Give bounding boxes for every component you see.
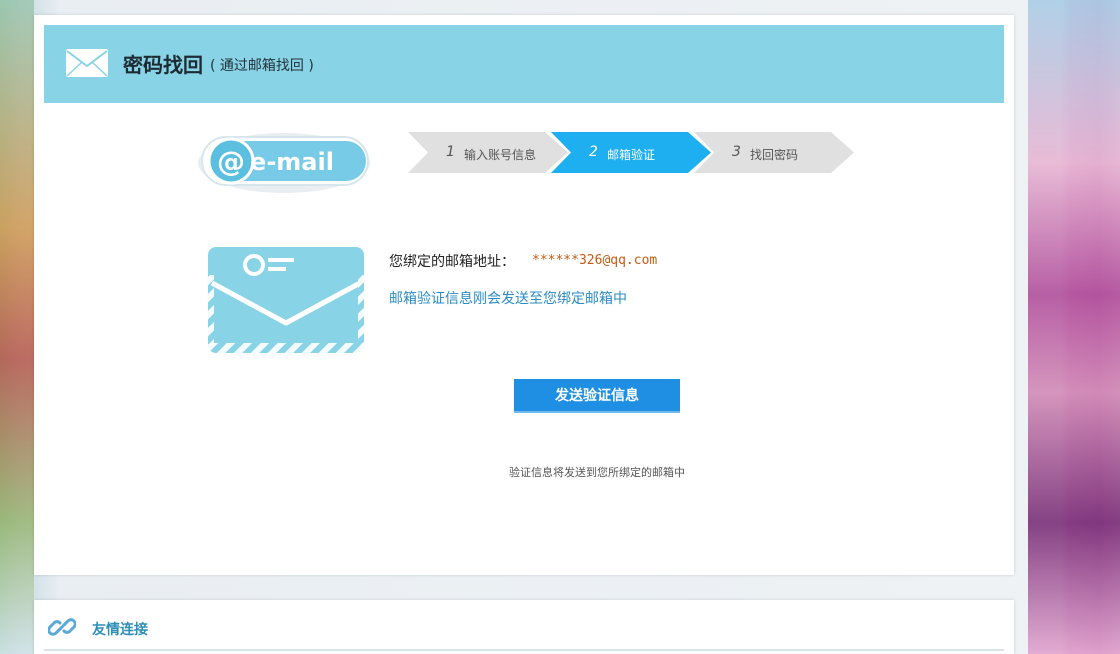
panel-header: 密码找回 ( 通过邮箱找回 ) bbox=[44, 25, 1004, 103]
page-title: 密码找回 bbox=[123, 53, 203, 77]
link-icon bbox=[48, 618, 76, 636]
step-2-label: 邮箱验证 bbox=[607, 148, 656, 162]
recovery-panel: 密码找回 ( 通过邮箱找回 ) @ e-mail 1 输入账号信息 2 邮箱验证… bbox=[34, 15, 1014, 575]
verification-notice: 邮箱验证信息刚会发送至您绑定邮箱中 bbox=[389, 291, 627, 307]
step-1: 1 输入账号信息 bbox=[408, 132, 568, 173]
envelope-icon bbox=[66, 49, 108, 77]
email-logo: @ e-mail bbox=[198, 133, 370, 193]
background-art-left bbox=[0, 0, 34, 654]
svg-text:@: @ bbox=[217, 145, 245, 178]
svg-text:e-mail: e-mail bbox=[250, 148, 334, 176]
step-3-label: 找回密码 bbox=[750, 148, 799, 162]
step-3-number: 3 bbox=[732, 144, 741, 160]
friend-links-title[interactable]: 友情连接 bbox=[92, 619, 148, 639]
background-art-right bbox=[1028, 0, 1120, 654]
bound-email-value: ******326@qq.com bbox=[532, 253, 658, 268]
step-1-number: 1 bbox=[446, 144, 455, 160]
progress-steps: 1 输入账号信息 2 邮箱验证 3 找回密码 bbox=[408, 132, 858, 173]
bound-email-label: 您绑定的邮箱地址： bbox=[389, 254, 515, 270]
send-verification-button[interactable]: 发送验证信息 bbox=[514, 379, 680, 411]
step-1-label: 输入账号信息 bbox=[464, 148, 537, 162]
page-subtitle: ( 通过邮箱找回 ) bbox=[210, 58, 314, 74]
verification-hint: 验证信息将发送到您所绑定的邮箱中 bbox=[509, 466, 685, 479]
friend-links-panel: 友情连接 bbox=[34, 600, 1014, 654]
links-divider bbox=[44, 649, 1004, 651]
step-2: 2 邮箱验证 bbox=[551, 132, 711, 173]
step-2-number: 2 bbox=[589, 144, 598, 160]
mail-envelope-icon bbox=[208, 247, 364, 353]
step-3: 3 找回密码 bbox=[694, 132, 854, 173]
